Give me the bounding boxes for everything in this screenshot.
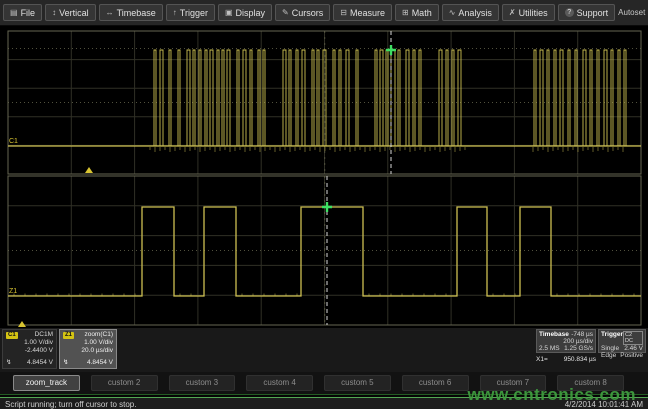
vertical-arrows-icon: ↕ xyxy=(52,9,56,17)
c1-coupling: DC1M xyxy=(35,331,53,339)
x1-value: 950.834 µs xyxy=(564,356,596,363)
menu-cursors[interactable]: ✎Cursors xyxy=(275,4,330,21)
c1-chip: C1 xyxy=(6,332,18,339)
menu-timebase[interactable]: ↔Timebase xyxy=(99,4,163,21)
menu-vertical-label: Vertical xyxy=(59,8,89,18)
menu-display[interactable]: ▣Display xyxy=(218,4,272,21)
measure-ruler-icon: ⊟ xyxy=(340,9,347,17)
utilities-tools-icon: ✗ xyxy=(509,9,516,17)
menu-timebase-label: Timebase xyxy=(117,8,156,18)
menu-math[interactable]: ⊞Math xyxy=(395,4,439,21)
timebase-panel[interactable]: Timebase-748 µs 200 µs/div 2.5 MS 1.25 GS… xyxy=(536,329,596,353)
tab-zoom-track[interactable]: zoom_track xyxy=(13,375,80,391)
support-help-icon: ? xyxy=(565,8,574,17)
menu-file[interactable]: ▤File xyxy=(3,4,42,21)
timebase-samplerate: 1.25 GS/s xyxy=(564,345,593,352)
trigger-type: Edge xyxy=(601,352,616,359)
menu-utilities-label: Utilities xyxy=(519,8,548,18)
tab-custom-6[interactable]: custom 6 xyxy=(402,375,469,391)
menu-math-label: Math xyxy=(412,8,432,18)
c1-vertical-scale: 1.00 V/div xyxy=(24,339,53,347)
tab-bar: zoom_track custom 2 custom 3 custom 4 cu… xyxy=(0,372,648,394)
zoom-z1-descriptor[interactable]: Z1 zoom(C1) 1.00 V/div 20.0 µs/div ↯ 4.845… xyxy=(59,329,117,369)
timebase-delay: -748 µs xyxy=(571,331,593,338)
status-message: Script running; turn off cursor to stop. xyxy=(5,400,136,409)
descriptor-strip: C1 DC1M 1.00 V/div -2.4400 V ↯ 4.8454 V Z1… xyxy=(0,328,648,372)
trigger-slope: Positive xyxy=(620,352,643,359)
tab-custom-5[interactable]: custom 5 xyxy=(324,375,391,391)
timebase-title: Timebase xyxy=(539,331,569,338)
analysis-chart-icon: ∿ xyxy=(449,9,456,17)
tab-custom-3[interactable]: custom 3 xyxy=(169,375,236,391)
status-bar: Script running; turn off cursor to stop.… xyxy=(0,398,648,409)
status-timestamp: 4/2/2014 10:01:41 AM xyxy=(565,400,643,409)
timebase-samples: 2.5 MS xyxy=(539,345,560,352)
z1-horizontal-scale: 20.0 µs/div xyxy=(81,347,113,355)
z1-cursor-level: 4.8454 V xyxy=(87,359,113,367)
menu-vertical[interactable]: ↕Vertical xyxy=(45,4,96,21)
c1-cursor-level: 4.8454 V xyxy=(27,359,53,367)
z1-source: zoom(C1) xyxy=(84,331,113,339)
oscilloscope-app: ▤File ↕Vertical ↔Timebase ↑Trigger ▣Disp… xyxy=(0,0,648,409)
autoset-button[interactable]: Autoset xyxy=(618,8,645,17)
trigger-mode: Single xyxy=(601,345,619,352)
tab-custom-8[interactable]: custom 8 xyxy=(557,375,624,391)
trigger-title: Trigger xyxy=(601,331,623,345)
horizontal-arrows-icon: ↔ xyxy=(106,9,114,17)
math-grid-icon: ⊞ xyxy=(402,9,409,17)
menu-analysis[interactable]: ∿Analysis xyxy=(442,4,499,21)
menu-display-label: Display xyxy=(236,8,266,18)
x1-label: X1= xyxy=(536,356,548,363)
z1-vertical-scale: 1.00 V/div xyxy=(84,339,113,347)
display-monitor-icon: ▣ xyxy=(225,9,233,17)
tab-custom-4[interactable]: custom 4 xyxy=(246,375,313,391)
tab-custom-2[interactable]: custom 2 xyxy=(91,375,158,391)
z1-level-icon: ↯ xyxy=(63,359,68,367)
channel-c1-descriptor[interactable]: C1 DC1M 1.00 V/div -2.4400 V ↯ 4.8454 V xyxy=(2,329,57,369)
c1-offset: -2.4400 V xyxy=(25,347,53,355)
z1-chip: Z1 xyxy=(63,332,74,339)
timebase-scale: 200 µs/div xyxy=(563,338,593,345)
trigger-source-badge: C2 DC xyxy=(623,331,643,345)
menu-trigger[interactable]: ↑Trigger xyxy=(166,4,215,21)
cursor-readout: X1= 950.834 µs xyxy=(536,356,596,363)
waveform-display[interactable]: C1 Z1 xyxy=(0,26,648,328)
svg-text:Z1: Z1 xyxy=(9,288,17,295)
menu-analysis-label: Analysis xyxy=(458,8,492,18)
tab-custom-7[interactable]: custom 7 xyxy=(480,375,547,391)
trigger-panel[interactable]: TriggerC2 DC Single2.46 V EdgePositive xyxy=(598,329,646,353)
menu-utilities[interactable]: ✗Utilities xyxy=(502,4,555,21)
trigger-level: 2.46 V xyxy=(624,345,643,352)
menu-measure-label: Measure xyxy=(350,8,385,18)
menu-cursors-label: Cursors xyxy=(292,8,324,18)
menu-support-label: Support xyxy=(577,8,609,18)
menu-trigger-label: Trigger xyxy=(180,8,208,18)
svg-text:C1: C1 xyxy=(9,138,18,145)
file-icon: ▤ xyxy=(10,9,18,17)
menu-support[interactable]: ?Support xyxy=(558,4,616,21)
menu-measure[interactable]: ⊟Measure xyxy=(333,4,392,21)
menu-file-label: File xyxy=(21,8,36,18)
trigger-arrow-icon: ↑ xyxy=(173,9,177,17)
menu-bar: ▤File ↕Vertical ↔Timebase ↑Trigger ▣Disp… xyxy=(0,0,648,26)
waveform-area[interactable]: C1 Z1 xyxy=(0,26,648,328)
cursor-pencil-icon: ✎ xyxy=(282,9,289,17)
c1-level-icon: ↯ xyxy=(6,359,11,367)
